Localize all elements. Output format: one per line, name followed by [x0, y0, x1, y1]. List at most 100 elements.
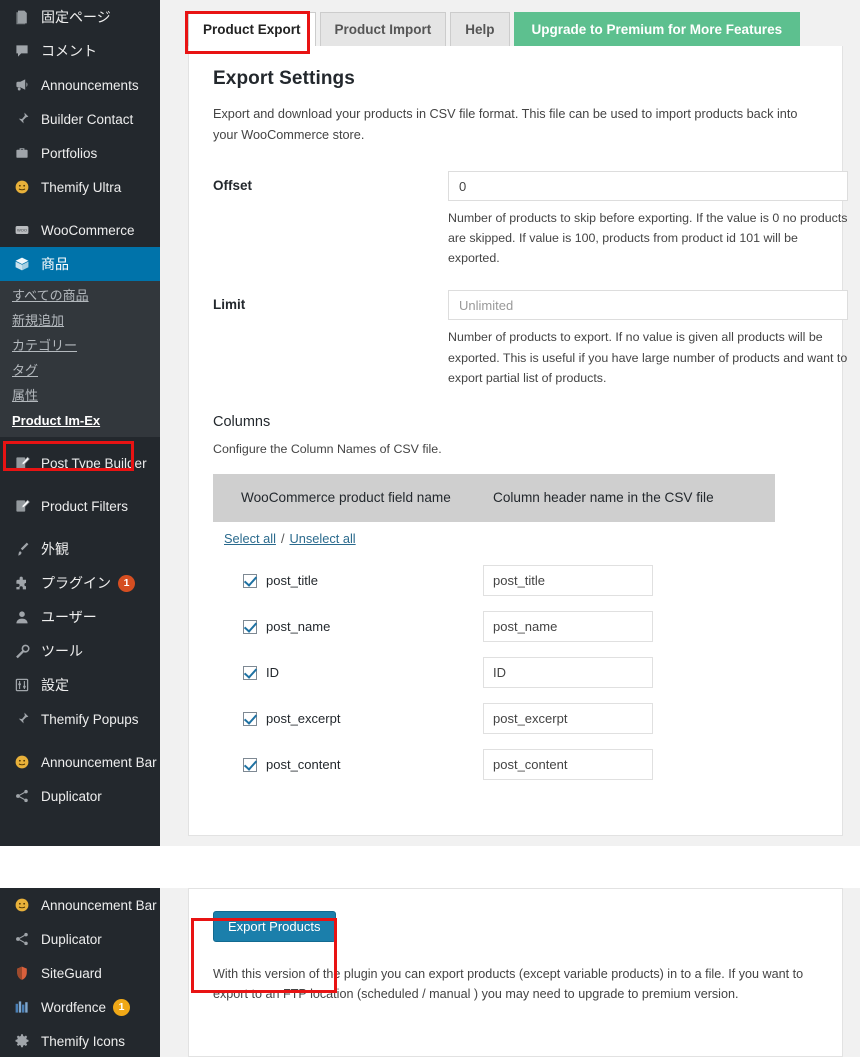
column-field-label: post_content	[266, 757, 341, 773]
column-checkbox[interactable]	[243, 711, 257, 726]
share-icon	[12, 786, 32, 806]
submenu-item-sub-4[interactable]: 属性	[0, 383, 160, 408]
column-field-label: ID	[266, 665, 279, 681]
column-field-label: post_excerpt	[266, 711, 341, 727]
tab-label: Upgrade to Premium for More Features	[531, 21, 783, 37]
sidebar-item-label: Announcement Bar	[41, 754, 157, 770]
page-description: Export and download your products in CSV…	[213, 107, 798, 142]
tab-product-import[interactable]: Product Import	[319, 12, 447, 46]
admin-content: Product Export Product Import Help Upgra…	[180, 0, 860, 846]
sidebar-item-label: 外観	[41, 541, 69, 557]
submenu-item-product-im-ex[interactable]: Product Im-Ex	[0, 408, 160, 433]
submenu-item-sub-0[interactable]: すべての商品	[0, 283, 160, 308]
submenu-item-sub-3[interactable]: タグ	[0, 358, 160, 383]
limit-help-text: Number of products to export. If no valu…	[448, 330, 848, 385]
sidebar-item-siteguard-b[interactable]: SiteGuard	[0, 956, 160, 990]
unselect-all-link[interactable]: Unselect all	[290, 531, 356, 546]
menu-separator	[0, 736, 160, 745]
sidebar-item-duplicator-b[interactable]: Duplicator	[0, 922, 160, 956]
admin-content-bottom: Export Products With this version of the…	[180, 888, 860, 1057]
limit-field-row: Limit Number of products to export. If n…	[213, 290, 848, 387]
column-csv-name-input[interactable]	[483, 657, 653, 689]
column-csv-name-input[interactable]	[483, 749, 653, 781]
select-separator: /	[280, 530, 285, 546]
themify-face-icon	[12, 752, 32, 772]
sidebar-item-badge: 1	[113, 998, 131, 1016]
select-controls: Select all / Unselect all	[224, 531, 816, 546]
tab-upgrade-to-premium-for-more-features[interactable]: Upgrade to Premium for More Features	[513, 12, 801, 46]
sidebar-item-label: 設定	[41, 677, 69, 693]
woo-icon: WOO	[12, 220, 32, 240]
column-row: ID	[213, 650, 816, 696]
post-type-icon	[12, 453, 32, 473]
sidebar-item-post-type-builder[interactable]: Post Type Builder	[0, 446, 160, 480]
user-icon	[12, 607, 32, 627]
sidebar-item-item-13[interactable]: ツール	[0, 634, 160, 668]
screenshot-root: 固定ページ コメント Announcements Builder Contact…	[0, 0, 860, 1057]
sidebar-item-label: Duplicator	[41, 931, 102, 947]
column-checkbox[interactable]	[243, 665, 257, 680]
column-checkbox[interactable]	[243, 619, 257, 634]
tab-label: Product Export	[203, 21, 301, 37]
sidebar-item-item-1[interactable]: コメント	[0, 34, 160, 68]
sidebar-item-item-7[interactable]: 商品	[0, 247, 168, 281]
sidebar-item-announcements[interactable]: Announcements	[0, 68, 160, 102]
sidebar-item-item-10[interactable]: 外観	[0, 532, 160, 566]
menu-separator	[0, 480, 160, 489]
select-all-link[interactable]: Select all	[224, 531, 276, 546]
sidebar-item-label: 固定ページ	[41, 9, 111, 25]
sidebar-item-themify-ultra[interactable]: Themify Ultra	[0, 170, 160, 204]
sidebar-item-item-0[interactable]: 固定ページ	[0, 0, 160, 34]
export-settings-card: Export Settings Export and download your…	[188, 46, 848, 836]
column-csv-name-input[interactable]	[483, 611, 653, 643]
sidebar-item-duplicator[interactable]: Duplicator	[0, 779, 160, 813]
column-csv-name-input[interactable]	[483, 565, 653, 597]
sidebar-item-label: WooCommerce	[41, 222, 135, 238]
columns-rows: post_title post_name ID post_excerpt	[213, 558, 816, 788]
sidebar-item-themify-icons-b[interactable]: Themify Icons	[0, 1024, 160, 1057]
offset-input[interactable]	[448, 171, 848, 202]
limit-label: Limit	[213, 297, 246, 313]
megaphone-icon	[12, 75, 32, 95]
comments-icon	[12, 41, 32, 61]
sidebar-item-item-14[interactable]: 設定	[0, 668, 160, 702]
share-icon	[12, 929, 32, 949]
submenu-item-sub-2[interactable]: カテゴリー	[0, 333, 160, 358]
column-checkbox[interactable]	[243, 757, 257, 772]
sidebar-item-label: Builder Contact	[41, 111, 134, 127]
submenu-item-sub-1[interactable]: 新規追加	[0, 308, 160, 333]
sidebar-item-themify-popups[interactable]: Themify Popups	[0, 702, 160, 736]
admin-panel-top: 固定ページ コメント Announcements Builder Contact…	[0, 0, 860, 846]
sidebar-item-wordfence-b[interactable]: Wordfence 1	[0, 990, 160, 1024]
pin-icon	[12, 709, 32, 729]
sidebar-item-label: Announcement Bar	[41, 897, 157, 913]
tab-label: Help	[465, 21, 495, 37]
sidebar-item-announcement-bar-b[interactable]: Announcement Bar	[0, 888, 160, 922]
sidebar-item-announcement-bar[interactable]: Announcement Bar	[0, 745, 160, 779]
gear-icon	[12, 1031, 32, 1051]
sidebar-item-builder-contact[interactable]: Builder Contact	[0, 102, 160, 136]
sidebar-item-item-11[interactable]: プラグイン 1	[0, 566, 160, 600]
tab-help[interactable]: Help	[450, 12, 510, 46]
column-checkbox[interactable]	[243, 573, 257, 588]
menu-separator	[0, 437, 160, 446]
themify-face-icon	[12, 895, 32, 915]
columns-header-field: WooCommerce product field name	[241, 489, 451, 505]
sidebar-item-label: ツール	[41, 643, 83, 659]
admin-sidebar-bottom: Announcement Bar Duplicator SiteGuard Wo…	[0, 888, 160, 1057]
columns-description: Configure the Column Names of CSV file.	[213, 441, 442, 456]
column-field-label: post_title	[266, 573, 319, 589]
sidebar-item-item-12[interactable]: ユーザー	[0, 600, 160, 634]
sidebar-item-label: Product Filters	[41, 498, 129, 514]
sidebar-item-woocommerce[interactable]: WOO WooCommerce	[0, 213, 160, 247]
limit-input[interactable]	[448, 290, 848, 321]
sidebar-item-product-filters[interactable]: Product Filters	[0, 489, 160, 523]
columns-header-csv: Column header name in the CSV file	[493, 489, 714, 505]
tab-bar: Product Export Product Import Help Upgra…	[180, 0, 860, 46]
tab-product-export[interactable]: Product Export	[188, 12, 316, 46]
sidebar-item-label: コメント	[41, 43, 97, 59]
sidebar-item-portfolios[interactable]: Portfolios	[0, 136, 160, 170]
tools-wrench-icon	[12, 641, 32, 661]
export-products-button[interactable]: Export Products	[213, 911, 336, 942]
column-csv-name-input[interactable]	[483, 703, 653, 735]
